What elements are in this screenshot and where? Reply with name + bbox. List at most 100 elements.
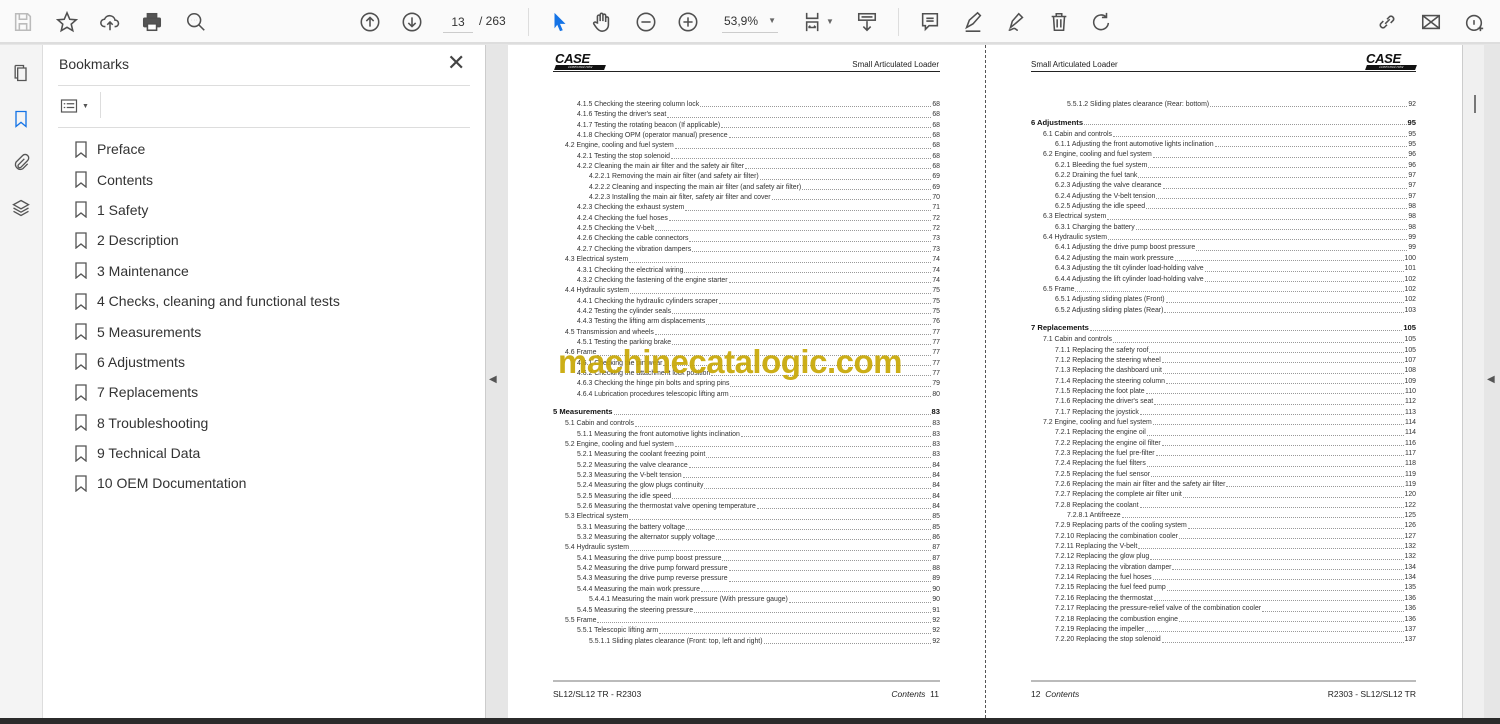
toc-entry[interactable]: 4.3 Electrical system 74	[553, 255, 940, 265]
bookmark-item[interactable]: 4 Checks, cleaning and functional tests	[75, 286, 340, 316]
toc-entry[interactable]: 4.5 Transmission and wheels 77	[553, 328, 940, 338]
bookmark-item[interactable]: 9 Technical Data	[75, 438, 340, 468]
toc-entry[interactable]: 6.2.2 Draining the fuel tank 97	[1031, 171, 1416, 181]
toc-entry[interactable]: 7.2 Engine, cooling and fuel system 114	[1031, 418, 1416, 428]
toc-entry[interactable]: 6.4.3 Adjusting the tilt cylinder load-h…	[1031, 264, 1416, 274]
toc-entry[interactable]: 6.4.4 Adjusting the lift cylinder load-h…	[1031, 275, 1416, 285]
print-icon[interactable]	[138, 8, 166, 36]
draw-signature-icon[interactable]	[1002, 8, 1030, 36]
toc-entry[interactable]: 4.2.4 Checking the fuel hoses 72	[553, 214, 940, 224]
toc-entry[interactable]: 6.2 Engine, cooling and fuel system 96	[1031, 150, 1416, 160]
toc-entry[interactable]: 4.2.2.3 Installing the main air filter, …	[553, 193, 940, 203]
toc-entry[interactable]: 7.1.2 Replacing the steering wheel 107	[1031, 356, 1416, 366]
toc-entry[interactable]: 5.2.1 Measuring the coolant freezing poi…	[553, 450, 940, 460]
toc-entry[interactable]: 6.3.1 Charging the battery 98	[1031, 223, 1416, 233]
toc-entry[interactable]: 6.4 Hydraulic system 99	[1031, 233, 1416, 243]
toc-entry[interactable]: 5.2.3 Measuring the V-belt tension 84	[553, 471, 940, 481]
toc-entry[interactable]: 4.4.2 Testing the cylinder seals 75	[553, 307, 940, 317]
toc-entry[interactable]: 5.2.5 Measuring the idle speed 84	[553, 492, 940, 502]
toc-entry[interactable]: 4.2.2.2 Cleaning and inspecting the main…	[553, 183, 940, 193]
bookmark-item[interactable]: 6 Adjustments	[75, 347, 340, 377]
expand-right-pane-icon[interactable]: ◀	[1487, 374, 1495, 385]
bookmark-item[interactable]: Preface	[75, 134, 340, 164]
toc-entry[interactable]: 7.2.13 Replacing the vibration damper 134	[1031, 563, 1416, 573]
bookmark-item[interactable]: 2 Description	[75, 225, 340, 255]
toc-entry[interactable]: 7.2.3 Replacing the fuel pre-filter 117	[1031, 449, 1416, 459]
highlight-pen-icon[interactable]	[959, 8, 987, 36]
bookmark-item[interactable]: 5 Measurements	[75, 316, 340, 346]
toc-entry[interactable]: 7.1.6 Replacing the driver's seat 112	[1031, 397, 1416, 407]
bookmark-item[interactable]: 7 Replacements	[75, 377, 340, 407]
toc-entry[interactable]: 7.2.11 Replacing the V-belt 132	[1031, 542, 1416, 552]
toc-entry[interactable]: 6.3 Electrical system 98	[1031, 212, 1416, 222]
toc-entry[interactable]: 4.1.5 Checking the steering column lock 6…	[553, 100, 940, 110]
toc-entry[interactable]: 5.5.1 Telescopic lifting arm 92	[553, 626, 940, 636]
toc-entry[interactable]: 4.2 Engine, cooling and fuel system 68	[553, 141, 940, 151]
bookmark-icon[interactable]	[9, 107, 33, 131]
toc-entry[interactable]: 6.2.4 Adjusting the V-belt tension 97	[1031, 192, 1416, 202]
toc-entry[interactable]: 7.2.10 Replacing the combination cooler 1…	[1031, 532, 1416, 542]
toc-entry[interactable]: 7.2.19 Replacing the impeller 137	[1031, 625, 1416, 635]
delete-icon[interactable]	[1045, 8, 1073, 36]
toc-entry[interactable]: 6.5 Frame 102	[1031, 285, 1416, 295]
toc-entry[interactable]: 4.2.1 Testing the stop solenoid 68	[553, 152, 940, 162]
toc-entry[interactable]: 4.2.6 Checking the cable connectors 73	[553, 234, 940, 244]
toc-entry[interactable]: 7.2.2 Replacing the engine oil filter 116	[1031, 439, 1416, 449]
bookmark-options-button[interactable]: ▼	[59, 96, 93, 116]
toc-entry[interactable]: 5.4.2 Measuring the drive pump forward p…	[553, 564, 940, 574]
next-page-icon[interactable]	[398, 8, 426, 36]
chevron-down-icon[interactable]: ▼	[826, 17, 834, 26]
toc-entry[interactable]: 4.3.1 Checking the electrical wiring 74	[553, 266, 940, 276]
toc-entry[interactable]: 6.1.1 Adjusting the front automotive lig…	[1031, 140, 1416, 150]
toc-entry[interactable]: 7.2.6 Replacing the main air filter and …	[1031, 480, 1416, 490]
toc-entry[interactable]: 4.4.3 Testing the lifting arm displaceme…	[553, 317, 940, 327]
toc-entry[interactable]: 7.2.7 Replacing the complete air filter …	[1031, 490, 1416, 500]
toc-entry[interactable]: 4.3.2 Checking the fastening of the engi…	[553, 276, 940, 286]
toc-entry[interactable]: 6 Adjustments 95	[1031, 118, 1416, 128]
toc-entry[interactable]: 5.1.1 Measuring the front automotive lig…	[553, 430, 940, 440]
scrollbar-thumb[interactable]	[1474, 95, 1476, 113]
toc-entry[interactable]: 5.1 Cabin and controls 83	[553, 419, 940, 429]
toc-entry[interactable]: 5.4.3 Measuring the drive pump reverse p…	[553, 574, 940, 584]
toc-entry[interactable]: 5.3.1 Measuring the battery voltage 85	[553, 523, 940, 533]
toc-entry[interactable]: 7.2.1 Replacing the engine oil 114	[1031, 428, 1416, 438]
zoom-level-select[interactable]: 53,9% ▼	[722, 11, 778, 33]
toc-entry[interactable]: 7.2.14 Replacing the fuel hoses 134	[1031, 573, 1416, 583]
toc-entry[interactable]: 4.2.3 Checking the exhaust system 71	[553, 203, 940, 213]
vertical-scrollbar[interactable]	[1462, 45, 1484, 718]
toc-entry[interactable]: 7.2.8.1 Antifreeze 125	[1031, 511, 1416, 521]
toc-entry[interactable]: 6.4.2 Adjusting the main work pressure 10…	[1031, 254, 1416, 264]
toc-entry[interactable]: 5.4.5 Measuring the steering pressure 91	[553, 606, 940, 616]
toc-entry[interactable]: 5.4 Hydraulic system 87	[553, 543, 940, 553]
toc-entry[interactable]: 7.2.16 Replacing the thermostat 136	[1031, 594, 1416, 604]
select-cursor-icon[interactable]	[546, 8, 574, 36]
toc-entry[interactable]: 4.2.2.1 Removing the main air filter (an…	[553, 172, 940, 182]
toc-entry[interactable]: 5.3.2 Measuring the alternator supply vo…	[553, 533, 940, 543]
toc-entry[interactable]: 5.4.4.1 Measuring the main work pressure…	[553, 595, 940, 605]
toc-entry[interactable]: 7.2.5 Replacing the fuel sensor 119	[1031, 470, 1416, 480]
toc-entry[interactable]: 5.4.4 Measuring the main work pressure 90	[553, 585, 940, 595]
toc-entry[interactable]: 7.2.18 Replacing the combustion engine 13…	[1031, 615, 1416, 625]
search-icon[interactable]	[182, 8, 210, 36]
toc-entry[interactable]: 7.1.7 Replacing the joystick 113	[1031, 408, 1416, 418]
toc-entry[interactable]: 5.4.1 Measuring the drive pump boost pre…	[553, 554, 940, 564]
email-icon[interactable]	[1417, 8, 1445, 36]
toc-entry[interactable]: 5.2.6 Measuring the thermostat valve ope…	[553, 502, 940, 512]
close-icon[interactable]: ✕	[447, 50, 465, 76]
toc-entry[interactable]: 7 Replacements 105	[1031, 323, 1416, 333]
previous-page-icon[interactable]	[356, 8, 384, 36]
hand-tool-icon[interactable]	[588, 8, 616, 36]
toc-entry[interactable]: 5.3 Electrical system 85	[553, 512, 940, 522]
toc-entry[interactable]: 5.2.4 Measuring the glow plugs continuit…	[553, 481, 940, 491]
toc-entry[interactable]: 7.2.9 Replacing parts of the cooling sys…	[1031, 521, 1416, 531]
toc-entry[interactable]: 7.1.3 Replacing the dashboard unit 108	[1031, 366, 1416, 376]
page-number-input[interactable]	[443, 11, 473, 33]
zoom-in-icon[interactable]	[674, 8, 702, 36]
layers-icon[interactable]	[9, 196, 33, 220]
toc-entry[interactable]: 5.2.2 Measuring the valve clearance 84	[553, 461, 940, 471]
bookmark-item[interactable]: Contents	[75, 164, 340, 194]
toc-entry[interactable]: 6.5.2 Adjusting sliding plates (Rear) 103	[1031, 306, 1416, 316]
bookmark-item[interactable]: 10 OEM Documentation	[75, 468, 340, 498]
star-icon[interactable]	[53, 8, 81, 36]
toc-entry[interactable]: 4.2.2 Cleaning the main air filter and t…	[553, 162, 940, 172]
